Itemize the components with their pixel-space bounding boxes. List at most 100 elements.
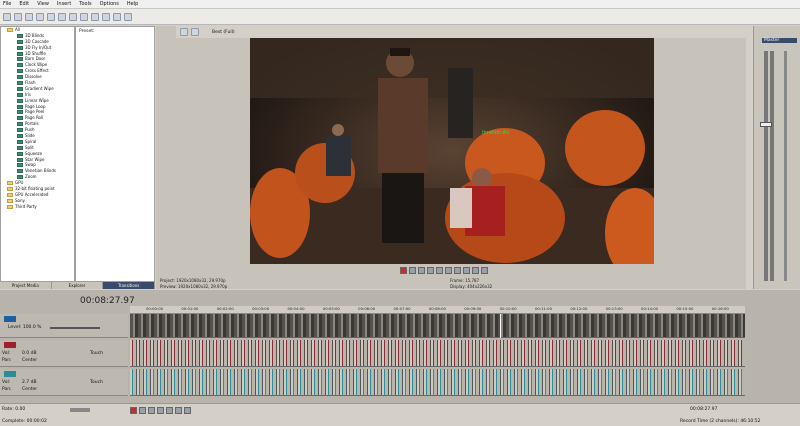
- menu-tools[interactable]: Tools: [79, 1, 91, 7]
- status-left: Complete: 00:00:02: [2, 419, 47, 424]
- video-track-events[interactable]: [130, 314, 745, 338]
- play-from-start-icon[interactable]: [418, 267, 425, 274]
- project-info: Project: 1920x1080x32, 29.970p: [160, 278, 226, 283]
- end-timecode: 00:08:27.97: [690, 407, 718, 412]
- stop-icon[interactable]: [166, 407, 173, 414]
- display-info: Display: 404x226x32: [450, 284, 493, 289]
- transition-icon: [17, 80, 23, 85]
- pane-tabs: Project Media Explorer Transitions: [0, 282, 156, 289]
- menu-edit[interactable]: Edit: [19, 1, 29, 7]
- pause-icon[interactable]: [436, 267, 443, 274]
- loop-icon[interactable]: [139, 407, 146, 414]
- paste-icon[interactable]: [80, 12, 88, 21]
- edit-tool-icon[interactable]: [124, 12, 132, 21]
- tab-explorer[interactable]: Explorer: [52, 282, 104, 289]
- next-frame-icon[interactable]: [481, 267, 488, 274]
- audio2-mode[interactable]: Touch: [90, 380, 103, 385]
- prev-frame-icon[interactable]: [472, 267, 479, 274]
- ruler-tick: 00:00:00: [146, 306, 164, 311]
- cut-icon[interactable]: [58, 12, 66, 21]
- play-icon[interactable]: [148, 407, 155, 414]
- go-to-start-icon[interactable]: [454, 267, 461, 274]
- record-icon[interactable]: [400, 267, 407, 274]
- transition-icon: [17, 39, 23, 44]
- transitions-tree[interactable]: All 3D Blinds 3D Cascade 3D Fly In/Out 3D Sh…: [0, 26, 75, 282]
- transition-icon: [17, 92, 23, 97]
- go-to-start-icon[interactable]: [175, 407, 182, 414]
- audio1-mode[interactable]: Touch: [90, 351, 103, 356]
- master-fader-track[interactable]: [784, 51, 787, 281]
- preview-info-line: Preview: 1920x1080x32, 29.970p: [160, 284, 228, 289]
- tree-item-label: Third Party: [15, 203, 37, 209]
- audio-track-1-events[interactable]: [130, 340, 745, 367]
- go-to-end-icon[interactable]: [463, 267, 470, 274]
- tab-transitions[interactable]: Transitions: [103, 282, 156, 289]
- audio-track-2-events[interactable]: [130, 369, 745, 396]
- bottom-transport-bar: Rate: 0.00 00:08:27.97 Complete: 00:00:0…: [0, 403, 800, 426]
- preview-quality-select[interactable]: Best (Full): [212, 30, 235, 35]
- folder-icon: [7, 186, 13, 191]
- transition-icon: [17, 175, 23, 180]
- master-label: Master: [762, 38, 797, 43]
- transition-icon: [17, 110, 23, 115]
- preview-fx-icon[interactable]: [191, 28, 199, 36]
- delete-icon[interactable]: [91, 12, 99, 21]
- menu-view[interactable]: View: [37, 1, 49, 7]
- pan-label: Pan:: [2, 387, 12, 392]
- main-toolbar: [0, 9, 800, 25]
- play-icon[interactable]: [427, 267, 434, 274]
- vol-label: Vol:: [2, 380, 11, 385]
- menu-file[interactable]: File: [3, 1, 11, 7]
- presets-pane: Preset:: [75, 26, 155, 282]
- video-scene: Ibrahim Ali: [250, 38, 654, 264]
- tree-item-label: All: [15, 27, 20, 32]
- playhead-line[interactable]: [500, 314, 501, 338]
- rate-label: Rate: 0.00: [2, 407, 26, 412]
- stop-icon[interactable]: [445, 267, 452, 274]
- ruler-tick: 00:16:00: [711, 306, 729, 311]
- audio2-pan-value: Center: [22, 387, 38, 392]
- audio1-pan-value: Center: [22, 358, 38, 363]
- transition-icon: [17, 139, 23, 144]
- rate-slider[interactable]: [70, 408, 90, 412]
- menu-help[interactable]: Help: [127, 1, 138, 7]
- ruler-tick: 00:06:00: [358, 306, 376, 311]
- transition-icon: [17, 116, 23, 121]
- video-level-slider[interactable]: [50, 327, 100, 329]
- record-icon[interactable]: [130, 407, 137, 414]
- render-icon[interactable]: [47, 12, 55, 21]
- ruler-tick: 00:02:00: [216, 306, 234, 311]
- time-ruler[interactable]: 00:00:00 00:01:00 00:02:00 00:03:00 00:04:00…: [130, 306, 745, 314]
- folder-icon: [7, 204, 13, 209]
- folder-icon: [7, 198, 13, 203]
- pause-icon[interactable]: [157, 407, 164, 414]
- loop-icon[interactable]: [409, 267, 416, 274]
- ruler-tick: 00:15:00: [676, 306, 694, 311]
- undo-icon[interactable]: [102, 12, 110, 21]
- track-number-badge: [4, 316, 16, 322]
- properties-icon[interactable]: [36, 12, 44, 21]
- menu-options[interactable]: Options: [100, 1, 119, 7]
- audio2-vol-value: 2.7 dB: [22, 380, 37, 385]
- transition-icon: [17, 145, 23, 150]
- track-number-badge: [4, 371, 16, 377]
- frame-info: Frame: 15,787: [450, 278, 480, 283]
- menu-insert[interactable]: Insert: [57, 1, 71, 7]
- copy-icon[interactable]: [69, 12, 77, 21]
- project-properties-icon[interactable]: [180, 28, 188, 36]
- audio1-vol-value: 0.0 dB: [22, 351, 37, 356]
- transition-icon: [17, 51, 23, 56]
- transition-icon: [17, 169, 23, 174]
- ruler-tick: 00:14:00: [641, 306, 659, 311]
- go-to-end-icon[interactable]: [184, 407, 191, 414]
- presets-header: Preset:: [79, 29, 95, 34]
- master-fader[interactable]: [760, 122, 772, 127]
- tab-project-media[interactable]: Project Media: [0, 282, 52, 289]
- ruler-tick: 00:05:00: [322, 306, 340, 311]
- avatar-name-tag: Ibrahim Ali: [482, 130, 509, 136]
- redo-icon[interactable]: [113, 12, 121, 21]
- new-icon[interactable]: [3, 12, 11, 21]
- open-icon[interactable]: [14, 12, 22, 21]
- tree-item[interactable]: Third Party: [1, 204, 74, 210]
- save-icon[interactable]: [25, 12, 33, 21]
